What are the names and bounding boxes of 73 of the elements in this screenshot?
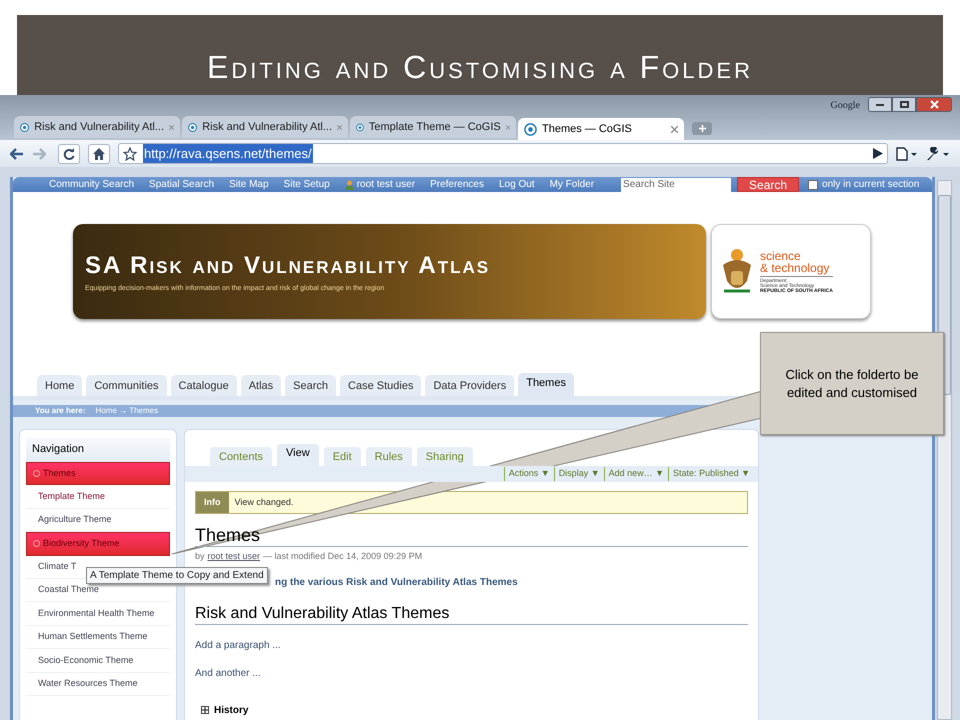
checkbox[interactable] [808, 180, 818, 190]
site-nav-link[interactable]: Community Search [49, 177, 134, 192]
globe-icon [524, 122, 537, 136]
tab-title: Risk and Vulnerability Atl... [34, 120, 164, 135]
modified-date: — last modified Dec 14, 2009 09:29 PM [263, 550, 422, 563]
navigation-item[interactable]: Water Resources Theme [26, 672, 170, 696]
slide-title: Editing and Customising a Folder [207, 48, 753, 87]
site-nav-link[interactable]: Log Out [498, 177, 535, 192]
close-icon [930, 100, 938, 109]
breadcrumb-label: You are here: [35, 405, 86, 417]
navigation-title: Navigation [26, 438, 170, 462]
home-button[interactable] [88, 144, 110, 164]
tab-title: Risk and Vulnerability Atl... [202, 120, 332, 135]
description-text: ng the various Risk and Vulnerability Atlas Themes [275, 576, 518, 588]
sponsor-line: science [760, 250, 802, 262]
byline-prefix: by [195, 550, 205, 563]
browser-tab[interactable]: Themes — CoGIS [518, 118, 684, 140]
navigation-item[interactable]: Human Settlements Theme [26, 626, 170, 650]
navigation-item[interactable]: Socio-Economic Theme [26, 649, 170, 673]
globe-icon [188, 120, 198, 134]
site-nav-link[interactable]: Site Map [229, 177, 269, 192]
globe-icon [356, 120, 364, 134]
site-nav-link[interactable]: Site Setup [284, 177, 330, 192]
page-menu-icon[interactable] [896, 146, 918, 160]
message-text: View changed. [234, 496, 294, 509]
browser-brand: Google [830, 99, 860, 113]
section-tab[interactable]: Communities [86, 375, 167, 396]
section-tab[interactable]: Data Providers [425, 375, 514, 396]
close-icon[interactable] [671, 126, 678, 132]
navigation-item[interactable]: Environmental Health Theme [26, 602, 170, 626]
checkbox-label: only in current section [822, 178, 920, 192]
tab-title: Themes — CoGIS [542, 122, 633, 137]
search-field[interactable]: Search Site [621, 178, 732, 192]
maximize-button[interactable] [892, 97, 916, 112]
browser-tab[interactable]: Risk and Vulnerability Atl... [14, 116, 180, 138]
back-icon[interactable] [10, 148, 24, 160]
reload-button[interactable] [58, 144, 80, 164]
content-tab[interactable]: View [277, 444, 319, 466]
home-icon [93, 148, 105, 160]
section-tab[interactable]: Atlas [240, 375, 282, 396]
section-heading: Risk and Vulnerability Atlas Themes [195, 604, 748, 624]
browser-tab[interactable]: Template Theme — CoGIS [350, 116, 516, 138]
site-nav-link[interactable]: Preferences [430, 177, 484, 192]
callout-text: Click on the folderto be edited and customised [784, 366, 920, 402]
navigation-item[interactable]: Template Theme [26, 485, 170, 509]
paragraph: And another ... [195, 666, 262, 680]
sponsor-line: & technology [760, 262, 833, 276]
tooltip: A Template Theme to Copy and Extend [86, 567, 268, 584]
tab-title: Template Theme — CoGIS [368, 120, 501, 135]
site-nav-link[interactable]: Spatial Search [149, 177, 214, 192]
history-label[interactable]: History [214, 702, 248, 718]
reload-icon [63, 148, 75, 160]
section-tab[interactable]: Search [285, 375, 336, 396]
browser-tab[interactable]: Risk and Vulnerability Atl... [182, 116, 348, 138]
search-button[interactable]: Search [737, 177, 800, 192]
new-tab-button[interactable] [692, 122, 712, 135]
section-tab[interactable]: Catalogue [170, 375, 237, 396]
expand-toggle[interactable] [201, 706, 209, 714]
minimize-button[interactable] [868, 97, 892, 112]
plus-icon [698, 125, 706, 132]
message-label: Info [196, 492, 228, 513]
user-link[interactable]: root test user [344, 177, 416, 192]
banner-title: SA Risk and Vulnerability Atlas [85, 251, 492, 282]
section-tab[interactable]: Case Studies [340, 375, 422, 396]
paragraph: Add a paragraph ... [195, 638, 282, 652]
wrench-icon[interactable] [926, 146, 950, 160]
section-tab[interactable]: Home [37, 375, 82, 396]
section-tab[interactable]: Themes [518, 373, 574, 396]
close-button[interactable] [916, 97, 952, 112]
user-icon [344, 180, 354, 190]
globe-icon [20, 120, 30, 134]
site-nav-link[interactable]: My Folder [550, 177, 594, 192]
author-link[interactable]: root test user [208, 550, 260, 564]
